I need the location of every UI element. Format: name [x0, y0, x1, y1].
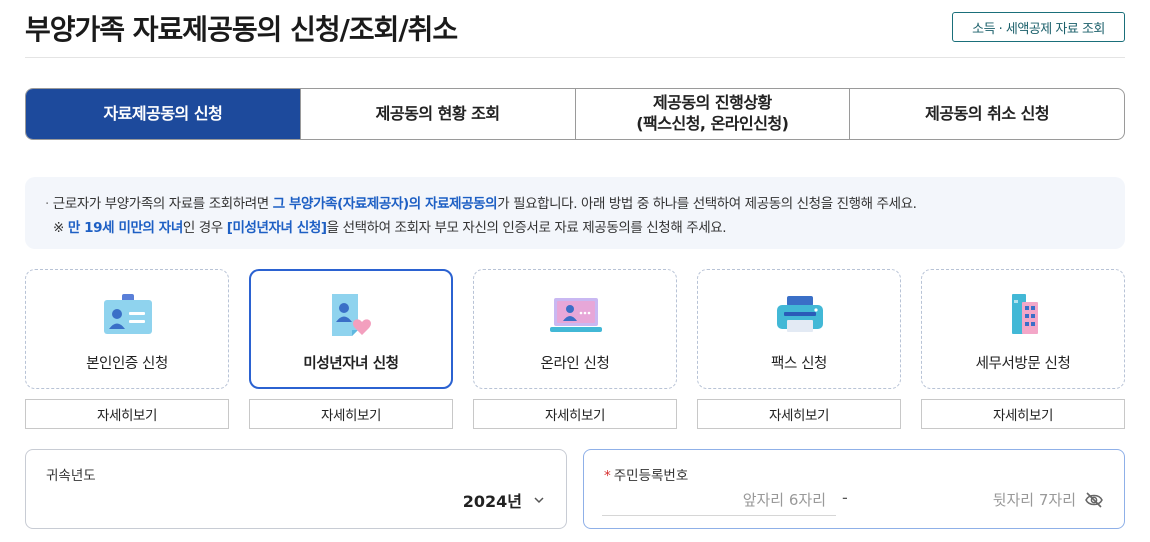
income-deduction-data-lookup-button[interactable]: 소득 · 세액공제 자료 조회 [952, 12, 1125, 42]
resident-number-label: * 주민등록번호 [604, 464, 688, 484]
year-label: 귀속년도 [46, 468, 96, 484]
eye-off-icon[interactable] [1084, 490, 1104, 510]
year-field: 귀속년도 2024년 [25, 449, 567, 529]
year-select[interactable]: 2024년 [463, 488, 544, 512]
online-detail-button[interactable]: 자세히보기 [473, 399, 677, 429]
notice-box: · 근로자가 부양가족의 자료를 조회하려면 그 부양가족(자료제공자)의 자료… [25, 177, 1125, 249]
tax-office-visit-detail-button[interactable]: 자세히보기 [921, 399, 1125, 429]
tab-consent-cancel[interactable]: 제공동의 취소 신청 [849, 89, 1124, 139]
id-card-icon [102, 292, 154, 338]
tab-consent-application[interactable]: 자료제공동의 신청 [26, 89, 300, 139]
notice-text: 근로자가 부양가족의 자료를 조회하려면 [48, 196, 273, 212]
notice-line-1: · 근로자가 부양가족의 자료를 조회하려면 그 부양가족(자료제공자)의 자료… [45, 192, 1105, 216]
method-card-online[interactable]: 온라인 신청 [473, 269, 677, 389]
method-card-identity-verification[interactable]: 본인인증 신청 [25, 269, 229, 389]
notice-text: 을 선택하여 조회자 부모 자신의 인증서로 자료 제공동의를 신청해 주세요. [326, 220, 727, 236]
title-divider [25, 57, 1125, 58]
notice-highlight: [미성년자녀 신청] [226, 220, 327, 236]
resident-number-field: *주민등록번호 - [583, 449, 1125, 529]
chevron-down-icon [534, 494, 544, 507]
fax-detail-button[interactable]: 자세히보기 [697, 399, 901, 429]
tax-office-building-icon [998, 292, 1050, 338]
tab-consent-progress[interactable]: 제공동의 진행상황 (팩스신청, 온라인신청) [574, 89, 850, 139]
method-card-label: 팩스 신청 [771, 356, 827, 372]
notice-text: 가 필요합니다. 아래 방법 중 하나를 선택하여 제공동의 신청을 진행해 주… [497, 196, 917, 212]
notice-line-2: ※ 만 19세 미만의 자녀인 경우 [미성년자녀 신청]을 선택하여 조회자 … [45, 216, 1105, 240]
method-card-fax[interactable]: 팩스 신청 [697, 269, 901, 389]
child-document-heart-icon [326, 292, 378, 338]
page-title: 부양가족 자료제공동의 신청/조회/취소 [25, 13, 458, 46]
tab-consent-status[interactable]: 제공동의 현황 조회 [299, 89, 575, 139]
minor-child-detail-button[interactable]: 자세히보기 [249, 399, 453, 429]
resident-number-label-text: 주민등록번호 [613, 468, 689, 484]
year-value: 2024년 [462, 492, 522, 511]
method-card-minor-child[interactable]: 미성년자녀 신청 [249, 269, 453, 389]
resident-number-back-input[interactable] [864, 484, 1080, 516]
fax-printer-icon [774, 292, 826, 338]
identity-verification-detail-button[interactable]: 자세히보기 [25, 399, 229, 429]
tab-bar: 자료제공동의 신청 제공동의 현황 조회 제공동의 진행상황 (팩스신청, 온라… [25, 88, 1125, 140]
required-mark: * [604, 468, 611, 484]
method-card-label: 미성년자녀 신청 [303, 356, 399, 372]
laptop-icon [550, 292, 602, 338]
resident-number-front-input[interactable] [602, 484, 836, 516]
notice-highlight: 그 부양가족(자료제공자)의 자료제공동의 [272, 196, 498, 212]
method-card-tax-office-visit[interactable]: 세무서방문 신청 [921, 269, 1125, 389]
resident-number-separator: - [842, 488, 848, 507]
method-card-label: 세무서방문 신청 [975, 356, 1071, 372]
notice-text: 인 경우 [182, 220, 227, 236]
method-card-label: 본인인증 신청 [86, 356, 168, 372]
notice-highlight: 만 19세 미만의 자녀 [67, 220, 183, 236]
method-card-label: 온라인 신청 [540, 356, 610, 372]
notice-mark: ※ [53, 220, 68, 236]
